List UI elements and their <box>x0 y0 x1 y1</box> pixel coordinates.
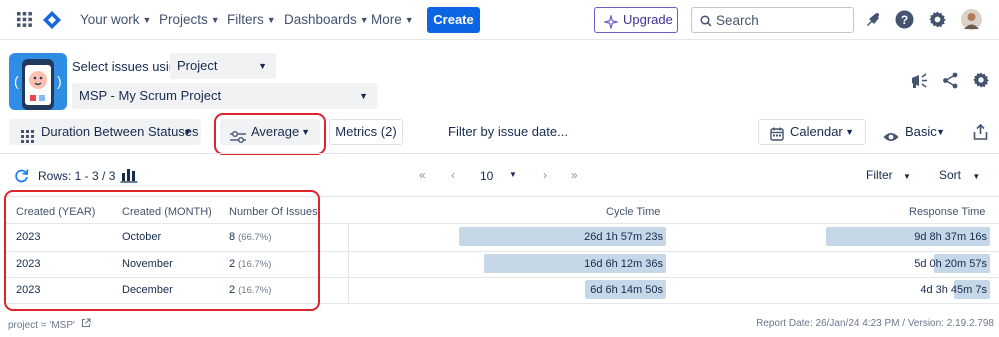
next-page-icon[interactable]: › <box>543 168 547 182</box>
report-info: Report Date: 26/Jan/24 4:23 PM / Version… <box>756 318 994 329</box>
create-button[interactable]: Create <box>427 7 480 33</box>
chevron-down-icon: ▼ <box>359 15 369 25</box>
search-icon <box>700 14 712 32</box>
export-icon[interactable] <box>973 123 988 145</box>
cycle-time-value[interactable]: 16d 6h 12m 36s <box>584 258 663 270</box>
metrics-button[interactable]: Metrics (2) <box>329 119 403 145</box>
metrics-label: Metrics (2) <box>335 124 397 139</box>
svg-text:(: ( <box>14 73 19 89</box>
nav-projects[interactable]: Projects ▼ <box>159 12 220 27</box>
cycle-time-value[interactable]: 6d 6h 14m 50s <box>590 284 663 296</box>
sort-button[interactable]: Sort ▼ <box>939 168 980 182</box>
nav-your-work[interactable]: Your work ▼ <box>80 12 151 27</box>
view-mode-label: Basic <box>905 124 937 139</box>
report-type-select[interactable]: Duration Between Statuses ▼ <box>9 119 201 145</box>
user-avatar[interactable] <box>961 9 982 35</box>
first-page-icon[interactable]: « <box>419 168 426 182</box>
page-size-select[interactable]: 10 ▼ <box>470 164 525 186</box>
column-header-cycle-time[interactable]: Cycle Time <box>606 206 660 218</box>
chevron-down-icon: ▼ <box>936 127 945 137</box>
column-divider <box>348 223 349 303</box>
settings-gear-icon[interactable] <box>928 10 947 34</box>
announcement-megaphone-icon[interactable] <box>910 72 929 94</box>
filter-label: Filter <box>866 168 893 182</box>
report-type-label: Duration Between Statuses <box>41 124 199 139</box>
calendar-select[interactable]: Calendar ▼ <box>758 119 866 145</box>
response-time-value[interactable]: 9d 8h 37m 16s <box>914 231 987 243</box>
nav-filters-label: Filters <box>227 12 264 27</box>
app-logo: ( ) <box>9 53 67 110</box>
jira-logo-icon[interactable] <box>42 10 62 35</box>
chevron-down-icon: ▼ <box>404 15 414 25</box>
filter-by-date-label: Filter by issue date... <box>448 124 568 139</box>
sort-label: Sort <box>939 168 962 182</box>
select-issues-label: Select issues using <box>72 59 184 74</box>
nav-dashboards[interactable]: Dashboards ▼ <box>284 12 369 27</box>
svg-text:): ) <box>57 73 62 89</box>
chevron-down-icon: ▼ <box>359 91 368 101</box>
chevron-down-icon: ▼ <box>183 127 192 137</box>
issue-source-value: Project <box>177 58 218 73</box>
view-mode-select[interactable]: Basic ▼ <box>878 119 951 145</box>
nav-your-work-label: Your work <box>80 12 140 27</box>
highlight-annotation <box>4 190 320 311</box>
issue-source-select[interactable]: Project ▼ <box>170 53 276 79</box>
response-time-value[interactable]: 5d 0h 20m 57s <box>914 258 987 270</box>
nav-more[interactable]: More ▼ <box>371 12 414 27</box>
sparkle-icon <box>602 13 620 37</box>
help-icon[interactable]: ? <box>895 10 914 34</box>
jql-link[interactable]: project = 'MSP' <box>8 318 91 331</box>
column-header-response-time[interactable]: Response Time <box>909 206 985 218</box>
chevron-down-icon: ▼ <box>266 15 276 25</box>
top-navigation: Your work ▼ Projects ▼ Filters ▼ Dashboards… <box>0 0 999 40</box>
chevron-down-icon: ▼ <box>972 172 981 181</box>
chevron-down-icon: ▼ <box>903 172 911 181</box>
upgrade-button[interactable]: Upgrade <box>594 7 678 33</box>
last-page-icon[interactable]: » <box>571 168 578 182</box>
share-icon[interactable] <box>942 72 959 94</box>
nav-more-label: More <box>371 12 402 27</box>
project-select[interactable]: MSP - My Scrum Project ▼ <box>72 83 377 109</box>
project-select-value: MSP - My Scrum Project <box>79 88 222 103</box>
filter-by-date-button[interactable]: Filter by issue date... <box>448 119 568 145</box>
app-switcher-icon[interactable] <box>17 12 32 32</box>
page-size-value: 10 <box>480 169 494 183</box>
nav-projects-label: Projects <box>159 12 208 27</box>
prev-page-icon[interactable]: ‹ <box>451 168 455 182</box>
cycle-time-value[interactable]: 26d 1h 57m 23s <box>584 231 663 243</box>
search-field[interactable] <box>691 7 854 33</box>
notifications-icon[interactable] <box>864 11 882 34</box>
nav-dashboards-label: Dashboards <box>284 12 357 27</box>
grid-icon <box>21 126 34 152</box>
report-settings-gear-icon[interactable] <box>972 71 990 94</box>
highlight-annotation <box>214 113 326 155</box>
chevron-down-icon: ▼ <box>509 170 517 179</box>
nav-filters[interactable]: Filters ▼ <box>227 12 276 27</box>
calendar-icon <box>770 125 784 149</box>
eye-icon <box>883 126 899 152</box>
upgrade-label: Upgrade <box>623 12 673 27</box>
bar-chart-icon[interactable] <box>120 167 138 188</box>
calendar-label: Calendar <box>790 124 843 139</box>
filter-button[interactable]: Filter ▼ <box>866 168 911 182</box>
search-input[interactable] <box>716 8 846 32</box>
response-time-value[interactable]: 4d 3h 45m 7s <box>920 284 987 296</box>
chevron-down-icon: ▼ <box>845 127 854 137</box>
chevron-down-icon: ▼ <box>258 61 267 71</box>
jql-label: project = 'MSP' <box>8 320 75 331</box>
refresh-icon[interactable] <box>14 168 29 188</box>
toolbar-divider <box>0 153 999 154</box>
svg-text:?: ? <box>901 13 908 27</box>
chevron-down-icon: ▼ <box>210 15 220 25</box>
chevron-down-icon: ▼ <box>142 15 152 25</box>
external-link-icon <box>81 318 91 331</box>
rows-count-label: Rows: 1 - 3 / 3 <box>38 169 116 183</box>
